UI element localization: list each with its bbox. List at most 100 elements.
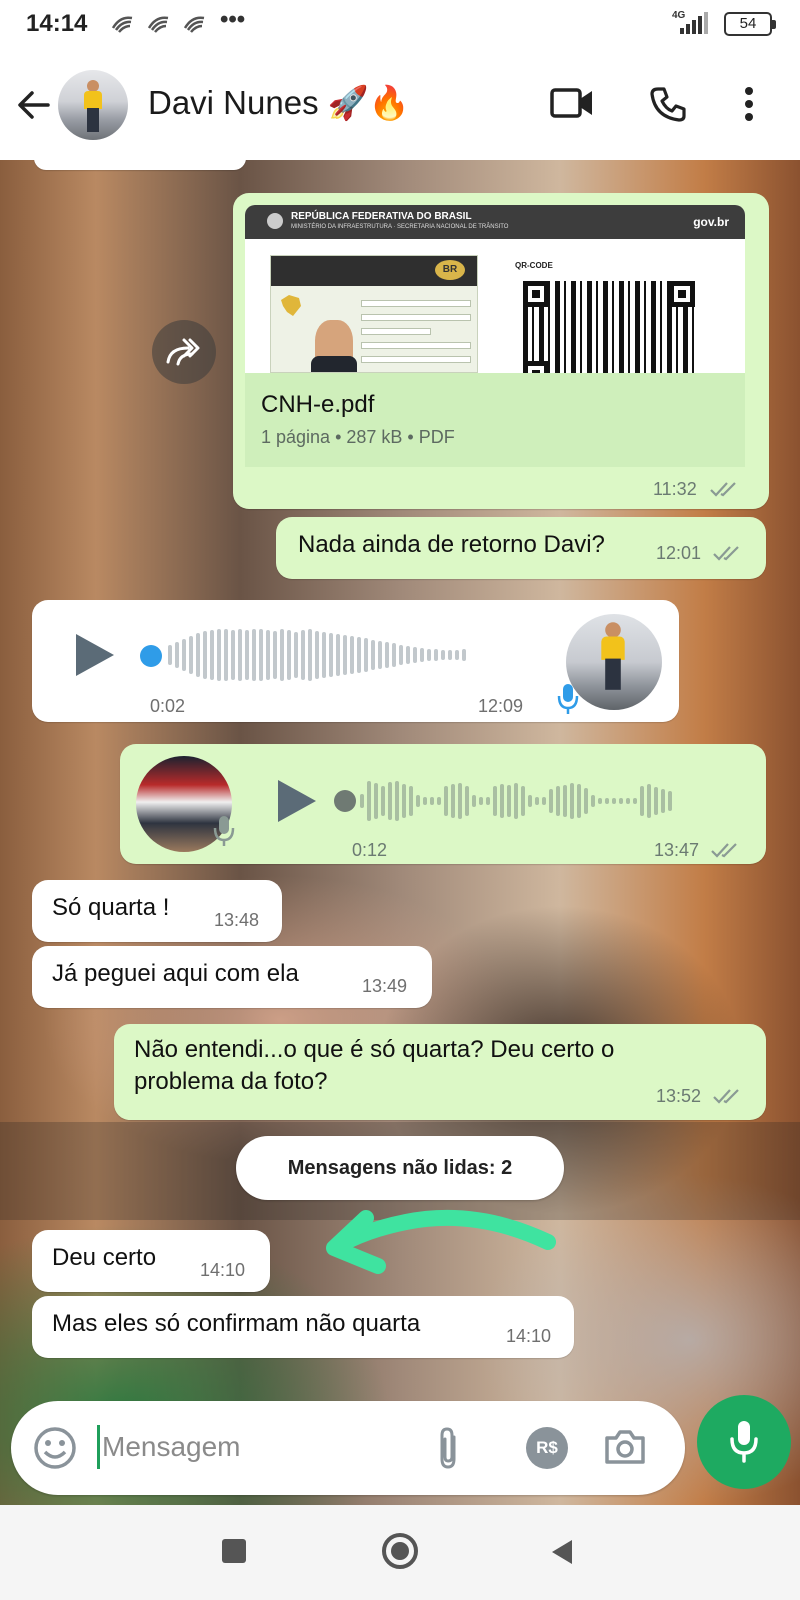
waveform-bar	[378, 641, 382, 669]
waveform-bar	[584, 788, 588, 814]
play-button[interactable]	[76, 634, 114, 676]
waveform-bar	[322, 632, 326, 678]
waveform-bar	[175, 642, 179, 668]
waveform-bar	[406, 646, 410, 664]
waveform-bar	[388, 782, 392, 820]
waveform-bar	[591, 795, 595, 807]
waveform-bar	[287, 630, 291, 680]
microphone-icon	[557, 684, 579, 714]
waveform-bar	[598, 798, 602, 804]
waveform-bar	[668, 791, 672, 811]
more-vertical-icon[interactable]	[744, 86, 754, 122]
license-card-image: BR	[270, 255, 478, 373]
document-message[interactable]: REPÚBLICA FEDERATIVA DO BRASIL MINISTÉRI…	[233, 193, 769, 509]
message-text: Mas eles só confirmam não quarta	[52, 1310, 421, 1337]
incoming-message[interactable]: Deu certo 14:10	[32, 1230, 270, 1292]
read-ticks-icon	[710, 482, 736, 497]
waveform-bar	[437, 797, 441, 805]
outgoing-message[interactable]: Não entendi...o que é só quarta? Deu cer…	[114, 1024, 766, 1120]
waveform-bar	[619, 798, 623, 804]
waveform-bar	[357, 637, 361, 673]
waveform-bar	[374, 783, 378, 819]
contact-name[interactable]: Davi Nunes 🚀🔥	[148, 84, 410, 123]
waveform-bar	[556, 786, 560, 816]
waveform-bar	[479, 797, 483, 805]
waveform-bar	[259, 629, 263, 681]
audio-progress-handle[interactable]	[334, 790, 356, 812]
message-time: 13:47	[654, 840, 700, 860]
record-voice-button[interactable]	[697, 1395, 791, 1489]
message-input-box[interactable]: R$	[11, 1401, 685, 1495]
waveform-bar	[385, 642, 389, 668]
camera-icon[interactable]	[603, 1428, 647, 1466]
waveform-bar	[224, 629, 228, 681]
waveform-bar	[626, 798, 630, 804]
incoming-message[interactable]: Só quarta ! 13:48	[32, 880, 282, 942]
waveform-bar	[308, 629, 312, 681]
waveform-bar	[661, 789, 665, 813]
message-bubble-partial[interactable]	[34, 160, 246, 170]
forward-button[interactable]	[152, 320, 216, 384]
incoming-voice-message[interactable]: 0:02 12:09	[32, 600, 679, 722]
incoming-message[interactable]: Mas eles só confirmam não quarta 14:10	[32, 1296, 574, 1358]
coat-of-arms-icon	[267, 213, 283, 229]
waveform-bar	[301, 630, 305, 680]
waveform-bar	[427, 649, 431, 661]
waveform-bar	[563, 785, 567, 817]
qr-code-image	[523, 281, 695, 373]
waveform-bar	[441, 650, 445, 660]
waveform-bar	[528, 795, 532, 807]
waveform-bar	[245, 630, 249, 680]
waveform-bar	[420, 648, 424, 662]
message-text: Só quarta !	[52, 894, 170, 921]
system-navigation-bar	[0, 1505, 800, 1600]
annotation-arrow-icon	[326, 1209, 556, 1274]
audio-waveform[interactable]	[168, 626, 466, 684]
message-time: 14:10	[200, 1260, 246, 1280]
waveform-bar	[367, 781, 371, 821]
waveform-bar	[409, 786, 413, 816]
waveform-bar	[252, 629, 256, 681]
arrow-left-icon[interactable]	[16, 88, 50, 122]
message-text: Já peguei aqui com ela	[52, 960, 299, 987]
waveform-bar	[392, 643, 396, 667]
waveform-bar	[654, 787, 658, 815]
more-notifications-icon: •••	[220, 6, 246, 33]
document-preview[interactable]: REPÚBLICA FEDERATIVA DO BRASIL MINISTÉRI…	[245, 205, 745, 373]
document-info[interactable]: CNH-e.pdf 1 página • 287 kB • PDF	[245, 373, 745, 467]
document-header: REPÚBLICA FEDERATIVA DO BRASIL MINISTÉRI…	[245, 205, 745, 239]
contact-avatar[interactable]	[58, 70, 128, 140]
message-input[interactable]	[97, 1425, 417, 1469]
paperclip-icon[interactable]	[434, 1425, 462, 1471]
waveform-bar	[189, 636, 193, 674]
emoji-icon[interactable]	[33, 1426, 77, 1470]
waveform-bar	[448, 650, 452, 660]
waveform-bar	[570, 783, 574, 819]
play-button[interactable]	[278, 780, 316, 822]
waveform-bar	[458, 783, 462, 819]
back-icon[interactable]	[550, 1538, 574, 1566]
chat-area[interactable]: REPÚBLICA FEDERATIVA DO BRASIL MINISTÉRI…	[0, 160, 800, 1505]
waveform-bar	[402, 784, 406, 818]
payment-button[interactable]: R$	[526, 1427, 568, 1469]
waveform-bar	[423, 797, 427, 805]
phone-icon[interactable]	[650, 86, 686, 122]
audio-progress-handle[interactable]	[140, 645, 162, 667]
waveform-bar	[612, 798, 616, 804]
audio-waveform[interactable]	[360, 772, 672, 830]
outgoing-voice-message[interactable]: 0:12 13:47	[120, 744, 766, 864]
chat-header: Davi Nunes 🚀🔥	[0, 50, 800, 160]
waveform-bar	[633, 798, 637, 804]
waveform-bar	[217, 629, 221, 681]
waveform-bar	[182, 639, 186, 671]
video-camera-icon[interactable]	[550, 86, 594, 120]
document-header-subtitle: MINISTÉRIO DA INFRAESTRUTURA · SECRETARI…	[291, 224, 509, 230]
notification-icon	[183, 16, 205, 33]
message-time: 12:01	[656, 543, 702, 563]
home-icon[interactable]	[382, 1533, 418, 1569]
outgoing-message[interactable]: Nada ainda de retorno Davi? 12:01	[276, 517, 766, 579]
incoming-message[interactable]: Já peguei aqui com ela 13:49	[32, 946, 432, 1008]
waveform-bar	[521, 786, 525, 816]
recent-apps-icon[interactable]	[222, 1539, 246, 1563]
status-bar: 14:14 ••• 4G 54	[0, 0, 800, 50]
